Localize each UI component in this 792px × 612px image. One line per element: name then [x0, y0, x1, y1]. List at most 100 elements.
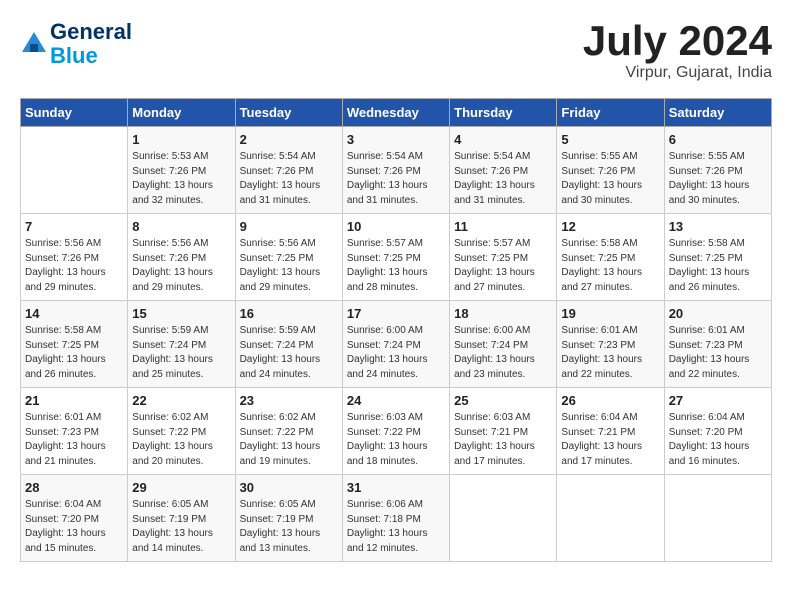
calendar-week-row: 7 Sunrise: 5:56 AMSunset: 7:26 PMDaylight… [21, 214, 772, 301]
calendar-cell: 18 Sunrise: 6:00 AMSunset: 7:24 PMDayligh… [450, 301, 557, 388]
calendar-cell: 22 Sunrise: 6:02 AMSunset: 7:22 PMDayligh… [128, 388, 235, 475]
calendar-cell: 21Sunrise: 6:01 AMSunset: 7:23 PMDayligh… [21, 388, 128, 475]
calendar-cell: 25 Sunrise: 6:03 AMSunset: 7:21 PMDayligh… [450, 388, 557, 475]
day-info: Sunrise: 5:55 AMSunset: 7:26 PMDaylight:… [561, 150, 659, 208]
day-info: Sunrise: 6:00 AMSunset: 7:24 PMDaylight:… [454, 324, 552, 382]
calendar-header-row: SundayMondayTuesdayWednesdayThursdayFrid… [21, 99, 772, 127]
day-number: 24 [347, 393, 445, 408]
weekday-header: Sunday [21, 99, 128, 127]
day-number: 23 [240, 393, 338, 408]
day-info: Sunrise: 6:03 AMSunset: 7:22 PMDaylight:… [347, 411, 445, 469]
day-number: 16 [240, 306, 338, 321]
calendar-cell: 27 Sunrise: 6:04 AMSunset: 7:20 PMDayligh… [664, 388, 771, 475]
calendar-cell: 23 Sunrise: 6:02 AMSunset: 7:22 PMDayligh… [235, 388, 342, 475]
calendar-cell: 1Sunrise: 5:53 AMSunset: 7:26 PMDaylight… [128, 127, 235, 214]
calendar-cell: 17Sunrise: 6:00 AMSunset: 7:24 PMDayligh… [342, 301, 449, 388]
day-number: 14 [25, 306, 123, 321]
day-number: 11 [454, 219, 552, 234]
day-info: Sunrise: 5:57 AMSunset: 7:25 PMDaylight:… [347, 237, 445, 295]
calendar-cell: 5 Sunrise: 5:55 AMSunset: 7:26 PMDaylight… [557, 127, 664, 214]
day-info: Sunrise: 6:02 AMSunset: 7:22 PMDaylight:… [132, 411, 230, 469]
day-number: 20 [669, 306, 767, 321]
weekday-header: Saturday [664, 99, 771, 127]
weekday-header: Tuesday [235, 99, 342, 127]
day-info: Sunrise: 5:57 AMSunset: 7:25 PMDaylight:… [454, 237, 552, 295]
title-area: July 2024 Virpur, Gujarat, India [583, 20, 772, 82]
calendar-cell: 29Sunrise: 6:05 AMSunset: 7:19 PMDayligh… [128, 475, 235, 562]
calendar-cell: 3Sunrise: 5:54 AMSunset: 7:26 PMDaylight… [342, 127, 449, 214]
day-info: Sunrise: 6:02 AMSunset: 7:22 PMDaylight:… [240, 411, 338, 469]
logo: General Blue [20, 20, 132, 68]
day-number: 27 [669, 393, 767, 408]
day-number: 7 [25, 219, 123, 234]
day-number: 5 [561, 132, 659, 147]
day-number: 3 [347, 132, 445, 147]
day-number: 29 [132, 480, 230, 495]
calendar-cell [450, 475, 557, 562]
day-number: 18 [454, 306, 552, 321]
day-info: Sunrise: 5:56 AMSunset: 7:26 PMDaylight:… [132, 237, 230, 295]
calendar-week-row: 28 Sunrise: 6:04 AMSunset: 7:20 PMDayligh… [21, 475, 772, 562]
calendar-cell: 31 Sunrise: 6:06 AMSunset: 7:18 PMDayligh… [342, 475, 449, 562]
day-info: Sunrise: 5:59 AMSunset: 7:24 PMDaylight:… [132, 324, 230, 382]
day-number: 31 [347, 480, 445, 495]
calendar-cell: 14 Sunrise: 5:58 AMSunset: 7:25 PMDayligh… [21, 301, 128, 388]
logo-text: General Blue [50, 20, 132, 68]
day-number: 15 [132, 306, 230, 321]
month-title: July 2024 [583, 20, 772, 62]
day-number: 8 [132, 219, 230, 234]
day-number: 26 [561, 393, 659, 408]
calendar-cell: 28 Sunrise: 6:04 AMSunset: 7:20 PMDayligh… [21, 475, 128, 562]
calendar-cell [557, 475, 664, 562]
day-number: 28 [25, 480, 123, 495]
calendar-week-row: 21Sunrise: 6:01 AMSunset: 7:23 PMDayligh… [21, 388, 772, 475]
calendar-cell: 10Sunrise: 5:57 AMSunset: 7:25 PMDayligh… [342, 214, 449, 301]
day-number: 19 [561, 306, 659, 321]
day-info: Sunrise: 6:03 AMSunset: 7:21 PMDaylight:… [454, 411, 552, 469]
day-info: Sunrise: 5:56 AMSunset: 7:26 PMDaylight:… [25, 237, 123, 295]
calendar-cell: 13 Sunrise: 5:58 AMSunset: 7:25 PMDayligh… [664, 214, 771, 301]
day-info: Sunrise: 6:04 AMSunset: 7:20 PMDaylight:… [669, 411, 767, 469]
calendar-cell: 30 Sunrise: 6:05 AMSunset: 7:19 PMDayligh… [235, 475, 342, 562]
day-info: Sunrise: 5:58 AMSunset: 7:25 PMDaylight:… [561, 237, 659, 295]
calendar-cell: 2 Sunrise: 5:54 AMSunset: 7:26 PMDaylight… [235, 127, 342, 214]
day-number: 25 [454, 393, 552, 408]
day-info: Sunrise: 6:04 AMSunset: 7:20 PMDaylight:… [25, 498, 123, 556]
calendar-cell: 16Sunrise: 5:59 AMSunset: 7:24 PMDayligh… [235, 301, 342, 388]
day-number: 9 [240, 219, 338, 234]
location: Virpur, Gujarat, India [583, 64, 772, 82]
calendar-cell: 11 Sunrise: 5:57 AMSunset: 7:25 PMDayligh… [450, 214, 557, 301]
day-number: 1 [132, 132, 230, 147]
calendar-cell: 6Sunrise: 5:55 AMSunset: 7:26 PMDaylight… [664, 127, 771, 214]
day-info: Sunrise: 5:58 AMSunset: 7:25 PMDaylight:… [669, 237, 767, 295]
calendar-cell [664, 475, 771, 562]
logo-icon [20, 30, 48, 58]
calendar-cell: 7 Sunrise: 5:56 AMSunset: 7:26 PMDaylight… [21, 214, 128, 301]
calendar-body: 1Sunrise: 5:53 AMSunset: 7:26 PMDaylight… [21, 127, 772, 562]
weekday-header: Monday [128, 99, 235, 127]
calendar-cell: 12Sunrise: 5:58 AMSunset: 7:25 PMDayligh… [557, 214, 664, 301]
day-info: Sunrise: 6:01 AMSunset: 7:23 PMDaylight:… [25, 411, 123, 469]
day-info: Sunrise: 5:54 AMSunset: 7:26 PMDaylight:… [454, 150, 552, 208]
calendar-cell: 8 Sunrise: 5:56 AMSunset: 7:26 PMDaylight… [128, 214, 235, 301]
day-info: Sunrise: 6:06 AMSunset: 7:18 PMDaylight:… [347, 498, 445, 556]
calendar-cell: 26 Sunrise: 6:04 AMSunset: 7:21 PMDayligh… [557, 388, 664, 475]
day-info: Sunrise: 5:55 AMSunset: 7:26 PMDaylight:… [669, 150, 767, 208]
day-info: Sunrise: 5:58 AMSunset: 7:25 PMDaylight:… [25, 324, 123, 382]
day-info: Sunrise: 6:01 AMSunset: 7:23 PMDaylight:… [669, 324, 767, 382]
day-number: 30 [240, 480, 338, 495]
calendar-week-row: 1Sunrise: 5:53 AMSunset: 7:26 PMDaylight… [21, 127, 772, 214]
day-info: Sunrise: 6:04 AMSunset: 7:21 PMDaylight:… [561, 411, 659, 469]
calendar-week-row: 14 Sunrise: 5:58 AMSunset: 7:25 PMDayligh… [21, 301, 772, 388]
day-info: Sunrise: 6:05 AMSunset: 7:19 PMDaylight:… [240, 498, 338, 556]
day-info: Sunrise: 5:54 AMSunset: 7:26 PMDaylight:… [240, 150, 338, 208]
day-number: 2 [240, 132, 338, 147]
calendar-cell: 19Sunrise: 6:01 AMSunset: 7:23 PMDayligh… [557, 301, 664, 388]
day-number: 22 [132, 393, 230, 408]
day-number: 4 [454, 132, 552, 147]
day-info: Sunrise: 5:56 AMSunset: 7:25 PMDaylight:… [240, 237, 338, 295]
day-info: Sunrise: 6:00 AMSunset: 7:24 PMDaylight:… [347, 324, 445, 382]
day-number: 13 [669, 219, 767, 234]
header: General Blue July 2024 Virpur, Gujarat, … [20, 20, 772, 82]
weekday-header: Thursday [450, 99, 557, 127]
